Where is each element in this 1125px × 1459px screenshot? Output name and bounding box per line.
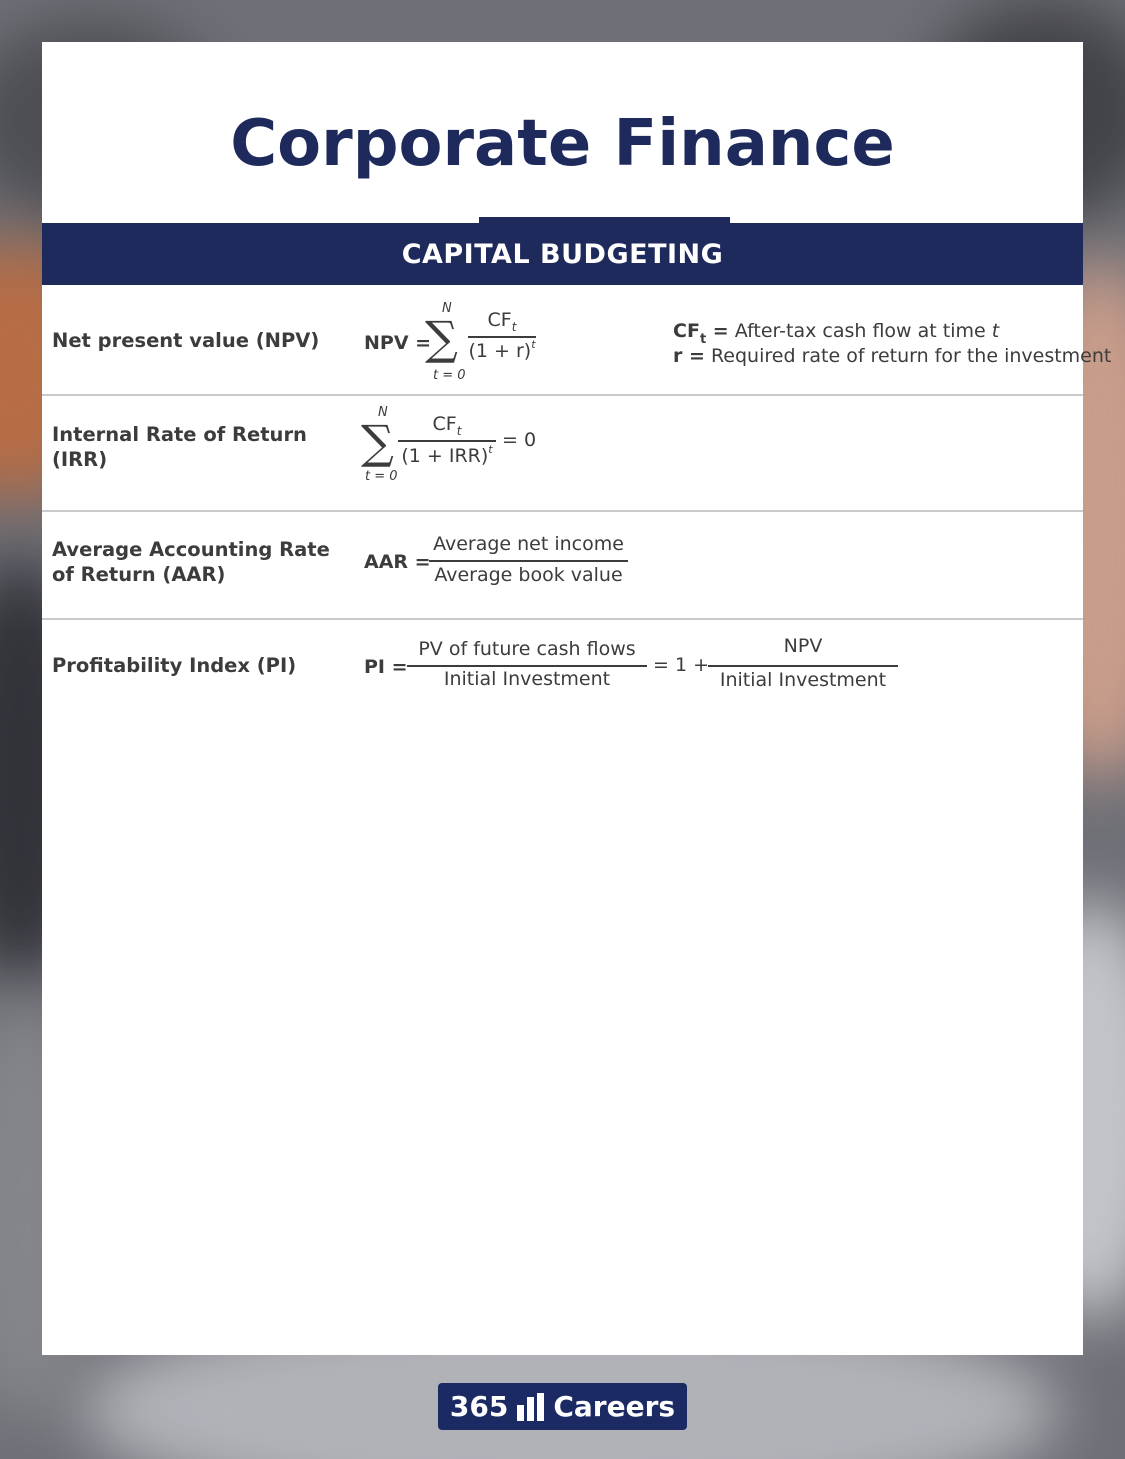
fraction-bar	[429, 560, 628, 562]
formula-label: Net present value (NPV)	[52, 329, 320, 352]
formula-rhs: = 0	[502, 429, 537, 451]
formula-lhs: NPV =	[364, 332, 432, 354]
formula-lhs: PI =	[364, 656, 408, 678]
sum-lower-limit: t = 0	[433, 368, 466, 383]
formula-label: Average Accounting Rate of Return (AAR)	[52, 538, 330, 586]
row-divider	[42, 618, 1083, 620]
variable-definition: CFt = After-tax cash flow at time t	[673, 320, 1000, 347]
fraction-bar	[468, 336, 536, 338]
formula-mid: = 1 +	[653, 654, 710, 676]
fraction-denominator: (1 + IRR)t	[401, 443, 493, 467]
fraction-numerator: CFt	[487, 309, 517, 334]
fraction-bar	[708, 665, 898, 667]
logo-number: 365	[449, 1390, 509, 1423]
fraction-denominator: Average book value	[434, 564, 623, 586]
bar-chart-icon	[517, 1392, 545, 1421]
brand-logo: 365 Careers	[438, 1383, 687, 1430]
fraction-denominator: Initial Investment	[719, 669, 887, 691]
section-header: CAPITAL BUDGETING	[42, 223, 1083, 285]
row-divider	[42, 510, 1083, 512]
fraction-numerator: Average net income	[433, 533, 624, 555]
fraction-denominator: Initial Investment	[443, 668, 611, 690]
variable-definition: r = Required rate of return for the inve…	[673, 345, 1112, 367]
formula-label: Internal Rate of Return (IRR)	[52, 423, 307, 471]
fraction-denominator: (1 + r)t	[468, 338, 536, 362]
row-divider	[42, 394, 1083, 396]
fraction-bar	[398, 440, 496, 442]
summation-icon: ∑	[425, 311, 458, 365]
formula-label: Profitability Index (PI)	[52, 654, 297, 677]
formula-lhs: AAR =	[364, 551, 431, 573]
summation-icon: ∑	[361, 415, 394, 469]
fraction-bar	[407, 665, 647, 667]
sum-lower-limit: t = 0	[365, 469, 398, 484]
page-title: Corporate Finance	[230, 107, 895, 181]
fraction-numerator: CFt	[432, 413, 462, 438]
logo-wordmark: Careers	[553, 1390, 676, 1423]
fraction-numerator: NPV	[783, 635, 823, 657]
fraction-numerator: PV of future cash flows	[418, 638, 636, 660]
